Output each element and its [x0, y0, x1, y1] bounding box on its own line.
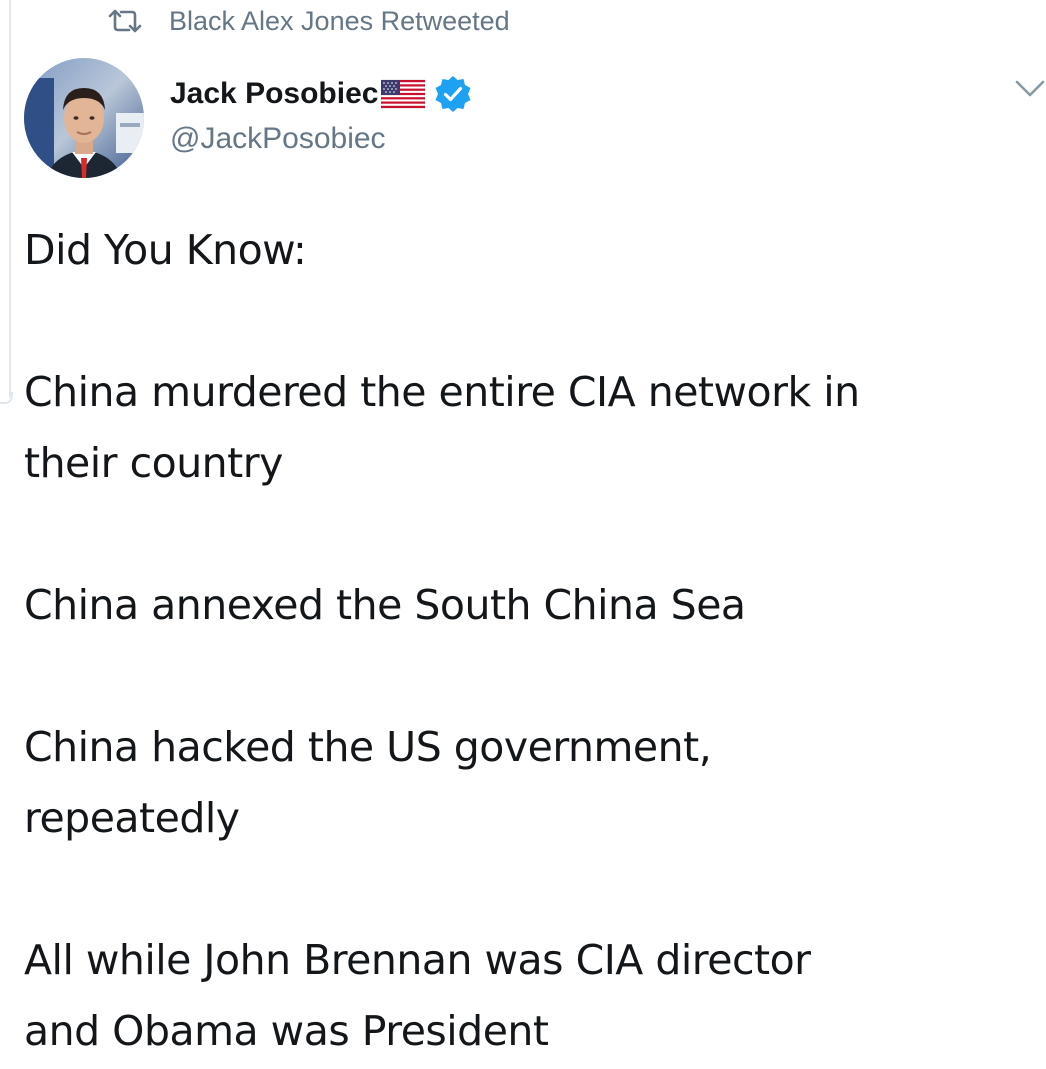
- thread-line: [9, 0, 11, 398]
- tweet-text: Did You Know: China murdered the entire …: [24, 215, 1039, 1067]
- author-display-name[interactable]: Jack Posobiec: [170, 77, 378, 111]
- verified-badge-icon: [433, 74, 473, 114]
- us-flag-icon: [381, 78, 426, 110]
- tweet-line-south-china-sea: China annexed the South China Sea: [24, 581, 746, 629]
- thread-line-curl: [0, 392, 13, 404]
- author-handle[interactable]: @JackPosobiec: [170, 122, 386, 156]
- avatar[interactable]: [24, 58, 144, 178]
- tweet-line-hacked: China hacked the US government, repeated…: [24, 723, 712, 842]
- tweet-line-cia-network: China murdered the entire CIA network in…: [24, 368, 860, 487]
- author-name-row[interactable]: Jack Posobiec: [170, 72, 473, 116]
- chevron-down-icon[interactable]: [1014, 76, 1046, 102]
- tweet-line-brennan: All while John Brennan was CIA director …: [24, 936, 811, 1055]
- retweet-label: Black Alex Jones Retweeted: [169, 5, 510, 36]
- tweet-line-intro: Did You Know:: [24, 226, 307, 274]
- retweet-context[interactable]: Black Alex Jones Retweeted: [107, 4, 510, 38]
- retweet-icon: [107, 9, 143, 33]
